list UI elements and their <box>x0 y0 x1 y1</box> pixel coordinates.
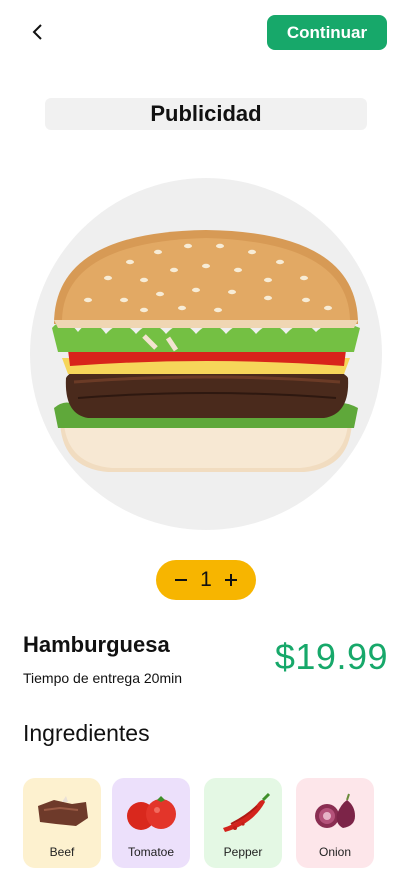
ingredient-label: Pepper <box>223 845 263 859</box>
quantity-value: 1 <box>200 568 212 591</box>
ingredient-label: Onion <box>318 845 352 859</box>
ingredients-title: Ingredientes <box>23 720 150 746</box>
continue-button[interactable]: Continuar <box>267 15 387 50</box>
beef-icon <box>38 796 88 826</box>
ingredient-card-tomatoe[interactable]: Tomatoe <box>112 778 190 868</box>
minus-icon <box>175 579 187 581</box>
quantity-stepper: 1 <box>156 560 256 600</box>
ingredient-card-beef[interactable]: Beef <box>23 778 101 868</box>
ingredient-card-pepper[interactable]: Pepper <box>204 778 282 868</box>
ingredient-label: Beef <box>49 845 75 859</box>
decrease-button[interactable] <box>170 569 192 591</box>
chevron-left-icon <box>32 24 42 40</box>
chili-pepper-icon <box>223 792 271 832</box>
plus-icon <box>225 574 237 586</box>
product-name: Hamburguesa <box>23 632 170 657</box>
increase-button[interactable] <box>220 569 242 591</box>
ad-banner: Publicidad <box>45 98 367 130</box>
ingredient-label: Tomatoe <box>127 845 175 859</box>
tomato-icon <box>127 796 176 830</box>
onion-icon <box>315 793 355 828</box>
delivery-time: Tiempo de entrega 20min <box>23 670 183 686</box>
product-price: $19.99 <box>274 636 388 677</box>
back-button[interactable] <box>24 18 52 46</box>
ingredient-card-onion[interactable]: Onion <box>296 778 374 868</box>
burger-image <box>52 230 360 472</box>
